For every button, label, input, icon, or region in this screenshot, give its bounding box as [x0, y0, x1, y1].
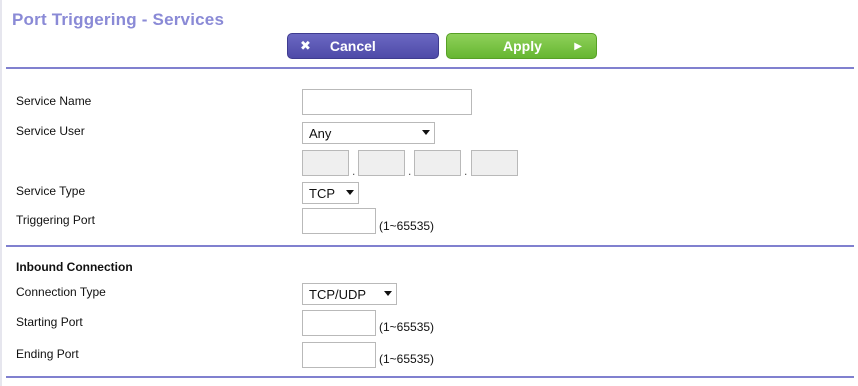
cancel-button[interactable]: ✖ Cancel — [287, 33, 439, 59]
triggering-port-label: Triggering Port — [16, 213, 95, 227]
chevron-down-icon — [422, 130, 430, 135]
chevron-down-icon — [384, 291, 392, 296]
ip-octet-2-input[interactable] — [358, 150, 405, 176]
ip-octet-3-input[interactable] — [414, 150, 461, 176]
page-frame: Port Triggering - Services ✖ Cancel Appl… — [0, 0, 858, 386]
inbound-connection-heading: Inbound Connection — [16, 260, 133, 274]
divider-top — [6, 67, 854, 69]
connection-type-value: TCP/UDP — [309, 287, 367, 302]
service-name-input[interactable] — [302, 89, 472, 115]
ip-separator: . — [352, 164, 356, 178]
service-user-select[interactable]: Any — [302, 122, 435, 144]
apply-button-label: Apply — [503, 38, 542, 54]
apply-button[interactable]: Apply ▶ — [446, 33, 597, 59]
starting-port-range: (1~65535) — [379, 320, 435, 334]
ending-port-input[interactable] — [302, 342, 376, 368]
triggering-port-input[interactable] — [302, 208, 376, 234]
chevron-down-icon — [346, 190, 354, 195]
cancel-button-label: Cancel — [329, 38, 376, 54]
connection-type-select[interactable]: TCP/UDP — [302, 283, 397, 305]
ip-octet-1-input[interactable] — [302, 150, 349, 176]
divider-middle — [6, 245, 854, 247]
ip-separator: . — [464, 164, 468, 178]
page-title: Port Triggering - Services — [12, 10, 225, 29]
arrow-right-icon: ▶ — [574, 40, 582, 52]
ip-octet-4-input[interactable] — [471, 150, 518, 176]
starting-port-input[interactable] — [302, 310, 376, 336]
service-user-value: Any — [309, 126, 332, 141]
starting-port-label: Starting Port — [16, 315, 83, 329]
ending-port-range: (1~65535) — [379, 352, 435, 366]
close-icon: ✖ — [300, 38, 311, 53]
service-name-label: Service Name — [16, 94, 92, 108]
divider-bottom — [6, 376, 854, 378]
service-type-value: TCP — [309, 186, 335, 201]
service-type-label: Service Type — [16, 184, 86, 198]
service-type-select[interactable]: TCP — [302, 182, 359, 204]
ending-port-label: Ending Port — [16, 347, 79, 361]
service-user-label: Service User — [16, 124, 85, 138]
connection-type-label: Connection Type — [16, 285, 106, 299]
triggering-port-range: (1~65535) — [379, 219, 435, 233]
ip-separator: . — [408, 164, 412, 178]
